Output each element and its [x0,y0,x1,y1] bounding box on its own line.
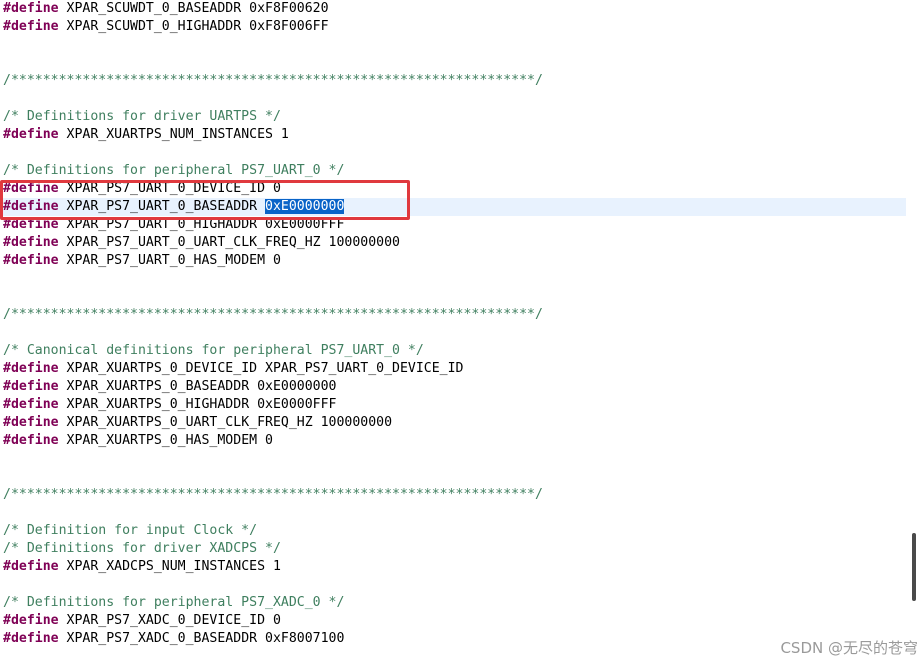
code-line-comment[interactable]: /* Definitions for driver UARTPS */ [3,108,281,126]
define-keyword: #define [3,559,59,574]
define-keyword: #define [3,127,59,142]
define-body: XPAR_XUARTPS_0_UART_CLK_FREQ_HZ 10000000… [58,415,393,430]
code-line-define[interactable]: #define XPAR_PS7_UART_0_HIGHADDR 0xE0000… [3,216,344,234]
comment-text: /***************************************… [3,73,543,88]
define-body: XPAR_XUARTPS_0_DEVICE_ID XPAR_PS7_UART_0… [58,361,464,376]
code-line-comment[interactable]: /***************************************… [3,306,543,324]
code-line-define[interactable]: #define XPAR_XUARTPS_0_BASEADDR 0xE00000… [3,378,336,396]
comment-text: /***************************************… [3,307,543,322]
code-line-define[interactable]: #define XPAR_SCUWDT_0_BASEADDR 0xF8F0062… [3,0,329,18]
define-keyword: #define [3,433,59,448]
define-keyword: #define [3,253,59,268]
code-line-define[interactable]: #define XPAR_PS7_XADC_0_BASEADDR 0xF8007… [3,630,344,648]
code-line-comment[interactable]: /* Definitions for peripheral PS7_XADC_0… [3,594,344,612]
define-keyword: #define [3,631,59,646]
define-body: XPAR_SCUWDT_0_BASEADDR 0xF8F00620 [58,1,329,16]
define-body: XPAR_PS7_UART_0_DEVICE_ID 0 [58,181,281,196]
code-line-comment[interactable]: /***************************************… [3,486,543,504]
code-line-define[interactable]: #define XPAR_XUARTPS_0_UART_CLK_FREQ_HZ … [3,414,392,432]
code-line-comment[interactable]: /* Definitions for driver XADCPS */ [3,540,281,558]
define-body: XPAR_PS7_UART_0_HAS_MODEM 0 [58,253,281,268]
define-body: XPAR_XUARTPS_0_HAS_MODEM 0 [58,433,273,448]
scrollbar-thumb[interactable] [912,533,916,601]
watermark: CSDN @无尽的苍穹 [780,639,918,657]
code-line-define[interactable]: #define XPAR_XUARTPS_0_HAS_MODEM 0 [3,432,273,450]
comment-text: /* Definitions for peripheral PS7_UART_0… [3,163,345,178]
define-body: XPAR_SCUWDT_0_HIGHADDR 0xF8F006FF [58,19,329,34]
code-line-comment[interactable]: /* Definitions for peripheral PS7_UART_0… [3,162,344,180]
define-body: XPAR_XUARTPS_NUM_INSTANCES 1 [58,127,289,142]
code-line-define[interactable]: #define XPAR_XADCPS_NUM_INSTANCES 1 [3,558,281,576]
define-body: XPAR_PS7_XADC_0_BASEADDR 0xF8007100 [58,631,345,646]
define-body: XPAR_PS7_UART_0_BASEADDR [58,199,266,214]
comment-text: /* Definition for input Clock */ [3,523,258,538]
code-editor[interactable]: #define XPAR_SCUWDT_0_BASEADDR 0xF8F0062… [0,0,922,663]
define-body: XPAR_XUARTPS_0_BASEADDR 0xE0000000 [58,379,337,394]
code-line-define[interactable]: #define XPAR_XUARTPS_0_DEVICE_ID XPAR_PS… [3,360,464,378]
comment-text: /* Definitions for peripheral PS7_XADC_0… [3,595,345,610]
code-line-define[interactable]: #define XPAR_SCUWDT_0_HIGHADDR 0xF8F006F… [3,18,329,36]
comment-text: /* Definitions for driver UARTPS */ [3,109,281,124]
code-line-define[interactable]: #define XPAR_PS7_UART_0_HAS_MODEM 0 [3,252,281,270]
code-line-define[interactable]: #define XPAR_PS7_UART_0_UART_CLK_FREQ_HZ… [3,234,400,252]
define-keyword: #define [3,235,59,250]
code-line-define[interactable]: #define XPAR_PS7_UART_0_DEVICE_ID 0 [3,180,281,198]
comment-text: /* Canonical definitions for peripheral … [3,343,424,358]
define-body: XPAR_XUARTPS_0_HIGHADDR 0xE0000FFF [58,397,337,412]
define-keyword: #define [3,397,59,412]
define-keyword: #define [3,613,59,628]
define-body: XPAR_PS7_XADC_0_DEVICE_ID 0 [58,613,281,628]
code-line-define[interactable]: #define XPAR_PS7_XADC_0_DEVICE_ID 0 [3,612,281,630]
define-keyword: #define [3,19,59,34]
define-keyword: #define [3,181,59,196]
code-line-comment[interactable]: /* Definition for input Clock */ [3,522,257,540]
define-keyword: #define [3,1,59,16]
comment-text: /* Definitions for driver XADCPS */ [3,541,281,556]
define-body: XPAR_PS7_UART_0_UART_CLK_FREQ_HZ 1000000… [58,235,400,250]
code-line-define[interactable]: #define XPAR_XUARTPS_0_HIGHADDR 0xE0000F… [3,396,336,414]
define-body: XPAR_XADCPS_NUM_INSTANCES 1 [58,559,281,574]
code-line-define[interactable]: #define XPAR_PS7_UART_0_BASEADDR 0xE0000… [3,198,345,216]
define-keyword: #define [3,379,59,394]
code-line-comment[interactable]: /* Canonical definitions for peripheral … [3,342,424,360]
comment-text: /***************************************… [3,487,543,502]
define-keyword: #define [3,361,59,376]
define-keyword: #define [3,415,59,430]
code-line-comment[interactable]: /***************************************… [3,72,543,90]
define-keyword: #define [3,199,59,214]
define-body: XPAR_PS7_UART_0_HIGHADDR 0xE0000FFF [58,217,345,232]
define-keyword: #define [3,217,59,232]
selected-text[interactable]: 0xE0000000 [265,199,345,214]
code-line-define[interactable]: #define XPAR_XUARTPS_NUM_INSTANCES 1 [3,126,289,144]
